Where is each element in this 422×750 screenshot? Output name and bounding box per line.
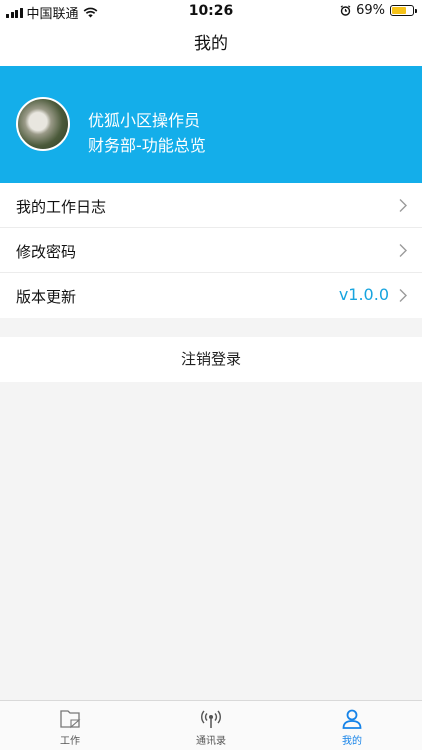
logout-button[interactable]: 注销登录 bbox=[0, 337, 422, 382]
battery-icon bbox=[390, 5, 417, 16]
chevron-right-icon bbox=[399, 199, 407, 212]
menu-item-change-password[interactable]: 修改密码 bbox=[0, 228, 422, 273]
menu-item-label: 我的工作日志 bbox=[16, 198, 107, 216]
person-icon bbox=[342, 709, 362, 729]
user-department: 财务部-功能总览 bbox=[88, 136, 206, 155]
menu-item-label: 修改密码 bbox=[16, 243, 77, 261]
tab-bar: 工作 通讯录 我的 bbox=[0, 700, 422, 750]
battery-percent: 69% bbox=[356, 3, 385, 18]
user-name: 优狐小区操作员 bbox=[88, 111, 201, 130]
settings-menu: 我的工作日志 修改密码 版本更新 v1.0.0 bbox=[0, 183, 422, 318]
folder-icon bbox=[60, 710, 81, 729]
status-bar: 中国联通 10:26 69% bbox=[0, 0, 422, 22]
menu-item-work-log[interactable]: 我的工作日志 bbox=[0, 183, 422, 228]
chevron-right-icon bbox=[399, 244, 407, 257]
antenna-icon bbox=[201, 710, 221, 728]
battery-info: 69% bbox=[340, 3, 417, 18]
tab-label: 通讯录 bbox=[196, 736, 226, 747]
avatar[interactable] bbox=[16, 97, 70, 151]
menu-item-version-update[interactable]: 版本更新 v1.0.0 bbox=[0, 273, 422, 318]
alarm-icon bbox=[340, 5, 351, 16]
page-title: 我的 bbox=[0, 22, 422, 66]
profile-header: 优狐小区操作员 财务部-功能总览 bbox=[0, 66, 422, 183]
tab-label: 我的 bbox=[342, 736, 362, 747]
battery-level bbox=[392, 7, 406, 14]
tab-label: 工作 bbox=[60, 736, 80, 747]
version-value: v1.0.0 bbox=[338, 285, 389, 304]
menu-item-label: 版本更新 bbox=[16, 288, 77, 306]
tab-mine[interactable]: 我的 bbox=[282, 701, 422, 750]
chevron-right-icon bbox=[399, 289, 407, 302]
tab-work[interactable]: 工作 bbox=[0, 701, 140, 750]
tab-contacts[interactable]: 通讯录 bbox=[141, 701, 281, 750]
